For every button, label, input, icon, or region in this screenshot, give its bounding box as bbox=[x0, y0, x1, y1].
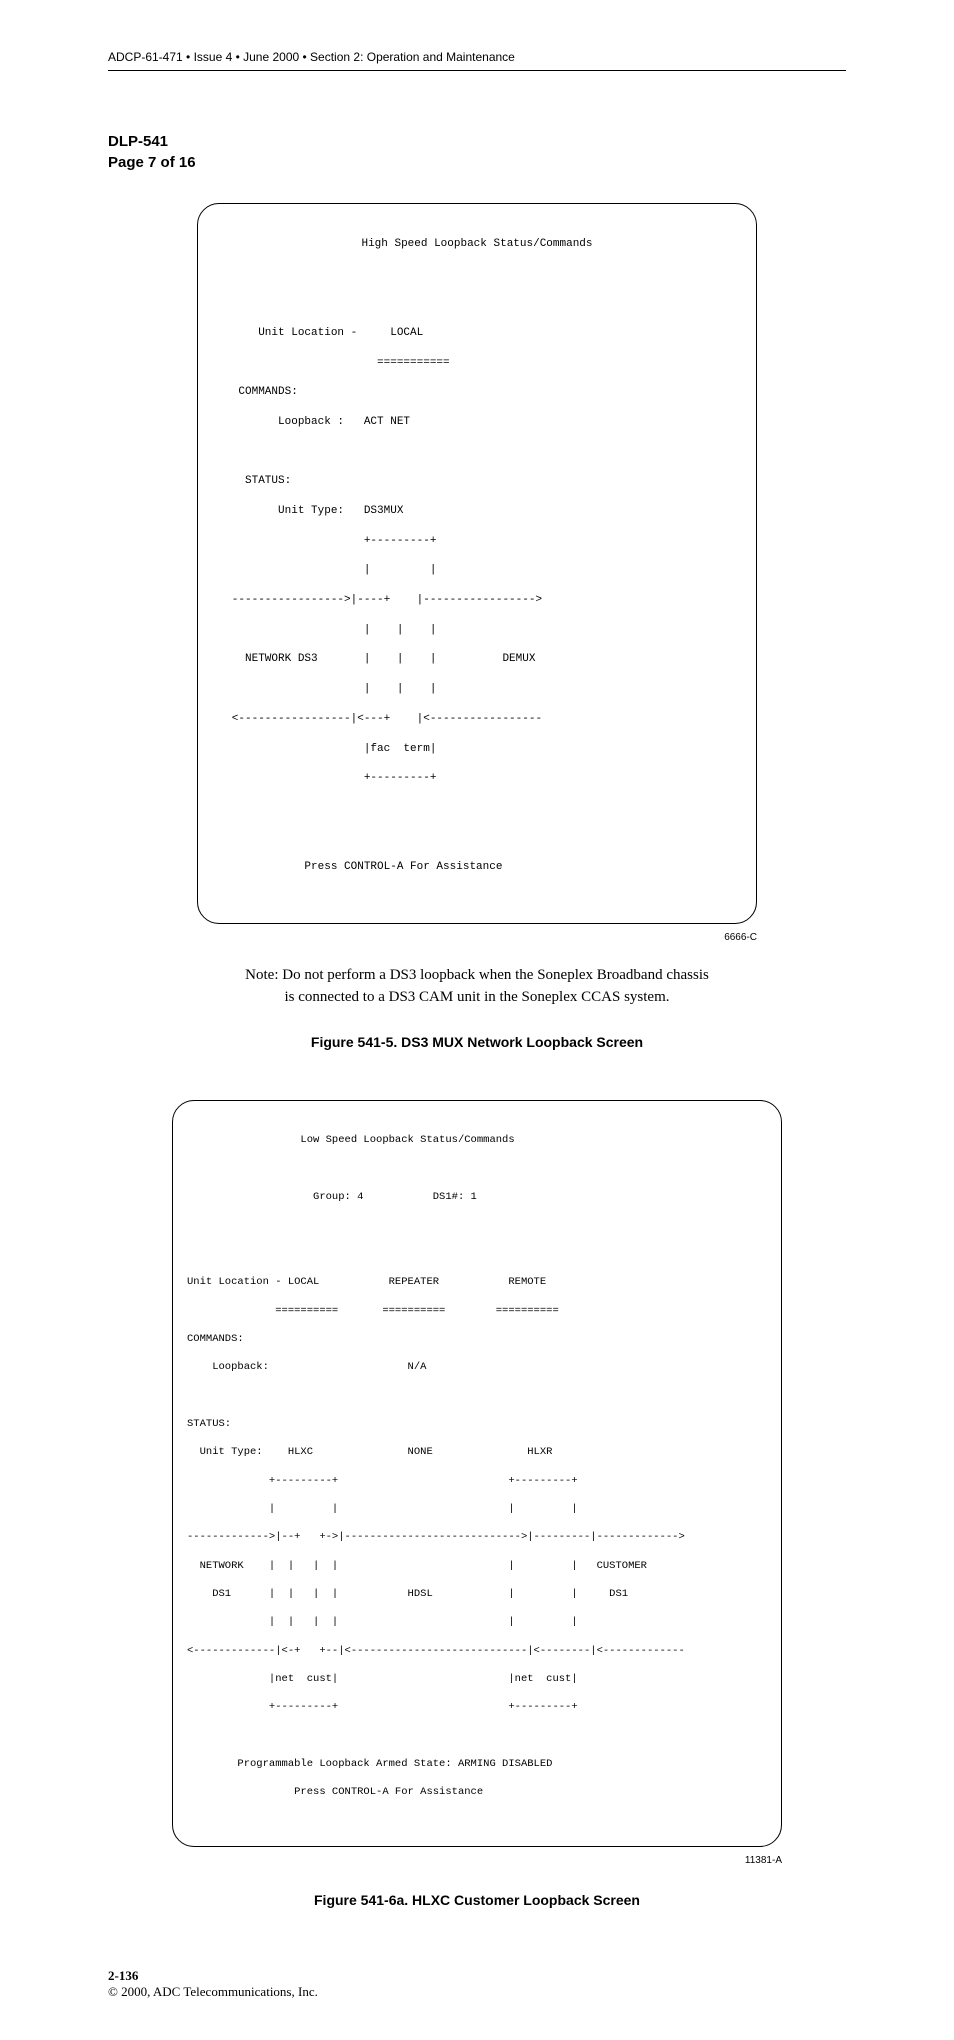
fig2-utype: Unit Type: HLXC NONE HLXR bbox=[187, 1445, 767, 1459]
page-number: 2-136 bbox=[108, 1968, 846, 1984]
fig2-loop: Loopback: N/A bbox=[187, 1360, 767, 1374]
note: Note: Do not perform a DS3 loopback when… bbox=[217, 965, 737, 1009]
fig1-assist: Press CONTROL-A For Assistance bbox=[212, 860, 742, 875]
fig2-grp: Group: 4 DS1#: 1 bbox=[187, 1190, 767, 1204]
fig1-arrows1: ----------------->|----+ |--------------… bbox=[212, 593, 742, 608]
fig1-title: High Speed Loopback Status/Commands bbox=[212, 237, 742, 252]
fig2-mid2: DS1 | | | | HDSL | | DS1 bbox=[187, 1587, 767, 1601]
fig2-arr2: <-------------|<-+ +--|<----------------… bbox=[187, 1644, 767, 1658]
fig2-bars1: | | | | bbox=[187, 1502, 767, 1516]
fig2-bars2: | | | | | | bbox=[187, 1615, 767, 1629]
fig1-bars1: | | bbox=[212, 563, 742, 578]
dlp-code: DLP-541 bbox=[108, 131, 846, 152]
fig2-id: 11381-A bbox=[172, 1855, 782, 1866]
fig1-fac: |fac term| bbox=[212, 742, 742, 757]
fig2-loc: Unit Location - LOCAL REPEATER REMOTE bbox=[187, 1275, 767, 1289]
fig1-bars2: | | | bbox=[212, 623, 742, 638]
ds3-mux-screen: High Speed Loopback Status/Commands Unit… bbox=[197, 203, 757, 924]
fig1-unit-loc: Unit Location - LOCAL bbox=[212, 326, 742, 341]
fig1-cmds: COMMANDS: bbox=[212, 385, 742, 400]
fig2-armed: Programmable Loopback Armed State: ARMIN… bbox=[187, 1757, 767, 1771]
fig1-unit-type: Unit Type: DS3MUX bbox=[212, 504, 742, 519]
caption-1: Figure 541-5. DS3 MUX Network Loopback S… bbox=[108, 1034, 846, 1050]
fig2-title: Low Speed Loopback Status/Commands bbox=[187, 1133, 767, 1147]
footer: 2-136 © 2000, ADC Telecommunications, In… bbox=[108, 1968, 846, 2000]
fig2-boxbot: +---------+ +---------+ bbox=[187, 1700, 767, 1714]
hlxc-screen: Low Speed Loopback Status/Commands Group… bbox=[172, 1100, 782, 1847]
fig2-assist: Press CONTROL-A For Assistance bbox=[187, 1785, 767, 1799]
fig1-arrows2: <-----------------|<---+ |<-------------… bbox=[212, 712, 742, 727]
fig2-cmds: COMMANDS: bbox=[187, 1332, 767, 1346]
fig2-arr1: ------------->|--+ +->|-----------------… bbox=[187, 1530, 767, 1544]
fig2-mid1: NETWORK | | | | | | CUSTOMER bbox=[187, 1559, 767, 1573]
fig1-boxbot: +---------+ bbox=[212, 771, 742, 786]
fig1-status: STATUS: bbox=[212, 474, 742, 489]
fig1-boxtop: +---------+ bbox=[212, 534, 742, 549]
fig1-bars3: | | | bbox=[212, 682, 742, 697]
fig1-net: NETWORK DS3 | | | DEMUX bbox=[212, 652, 742, 667]
fig2-netcust: |net cust| |net cust| bbox=[187, 1672, 767, 1686]
note-line1: Note: Do not perform a DS3 loopback when… bbox=[245, 967, 709, 983]
caption-2: Figure 541-6a. HLXC Customer Loopback Sc… bbox=[108, 1892, 846, 1908]
fig2-uline: ========== ========== ========== bbox=[187, 1304, 767, 1318]
dlp-block: DLP-541 Page 7 of 16 bbox=[108, 131, 846, 173]
fig1-uline: =========== bbox=[212, 356, 742, 371]
running-header: ADCP-61-471 • Issue 4 • June 2000 • Sect… bbox=[108, 50, 846, 71]
dlp-page: Page 7 of 16 bbox=[108, 152, 846, 173]
fig2-boxtop: +---------+ +---------+ bbox=[187, 1474, 767, 1488]
note-line2: is connected to a DS3 CAM unit in the So… bbox=[285, 989, 670, 1005]
fig2-status: STATUS: bbox=[187, 1417, 767, 1431]
copyright: © 2000, ADC Telecommunications, Inc. bbox=[108, 1984, 846, 2000]
fig1-loop: Loopback : ACT NET bbox=[212, 415, 742, 430]
fig1-id: 6666-C bbox=[197, 932, 757, 943]
